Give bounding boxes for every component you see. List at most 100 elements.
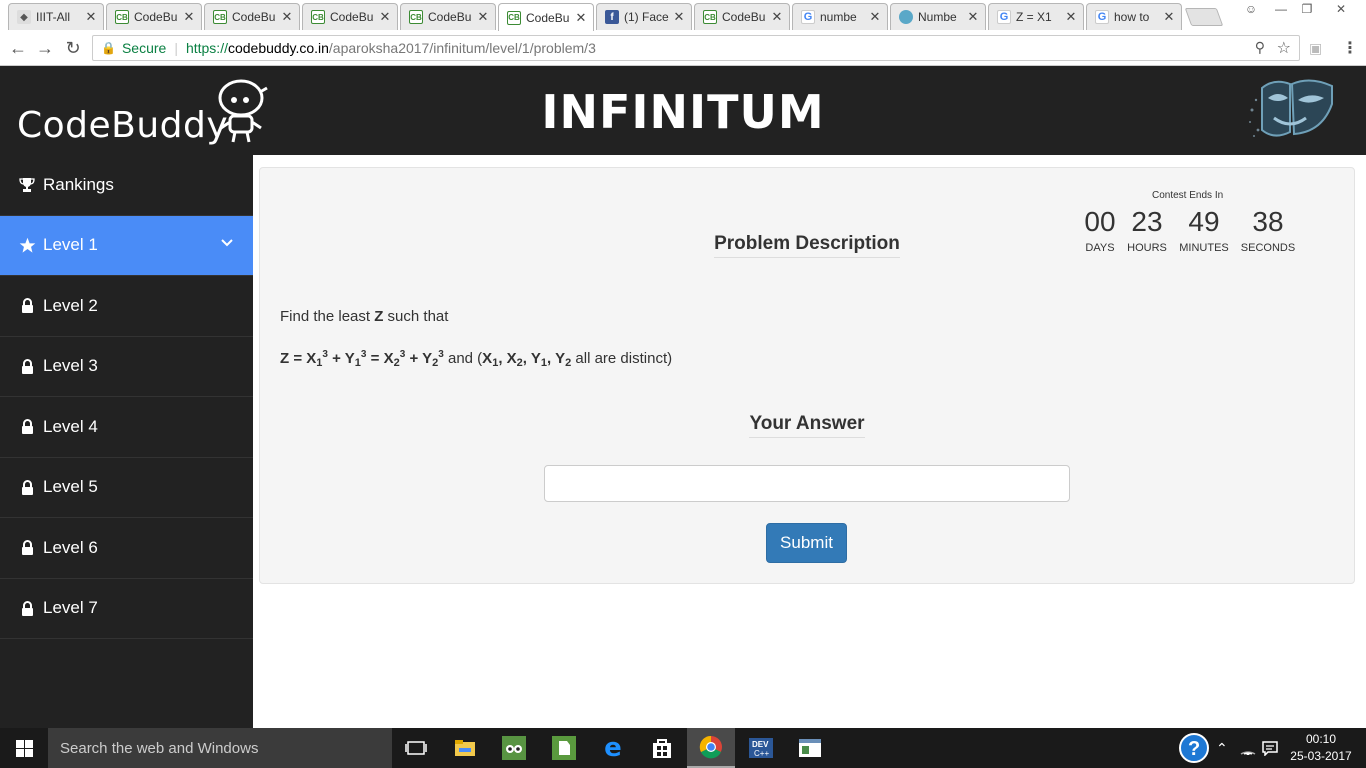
profile-icon[interactable]: ☺ (1240, 0, 1262, 18)
close-tab-icon[interactable]: ✕ (1065, 9, 1077, 25)
dev-cpp-icon[interactable]: DEV C++ (737, 728, 785, 768)
taskbar: Search the web and Windows e DEV C++ ? ⌃ … (0, 728, 1366, 768)
browser-tab[interactable]: Gnumbe ✕ (792, 3, 888, 30)
chrome-icon[interactable] (687, 728, 735, 768)
submit-button[interactable]: Submit (766, 523, 847, 563)
window-app-icon[interactable] (786, 728, 834, 768)
iiit-icon: ◆ (17, 10, 31, 24)
browser-tab-title: CodeBu (722, 10, 766, 24)
browser-tab-title: CodeBu (428, 10, 472, 24)
svg-text:?: ? (1188, 738, 1200, 760)
clock-date: 25-03-2017 (1290, 749, 1352, 763)
close-tab-icon[interactable]: ✕ (673, 9, 685, 25)
svg-text:C++: C++ (754, 749, 769, 758)
answer-input[interactable] (544, 465, 1070, 502)
browser-tab[interactable]: CB CodeBu ✕ (694, 3, 790, 30)
browser-tab[interactable]: CB CodeBu ✕ (106, 3, 202, 30)
browser-tab[interactable]: CB CodeBu ✕ (204, 3, 300, 30)
close-tab-icon[interactable]: ✕ (477, 9, 489, 25)
codebuddy-icon: CB (213, 10, 227, 24)
lock-icon (18, 419, 36, 435)
close-tab-icon[interactable]: ✕ (85, 9, 97, 25)
bookmark-star-icon[interactable]: ☆ (1277, 38, 1291, 58)
sidebar-item-level-7[interactable]: Level 7 (0, 579, 253, 639)
windows-start-icon[interactable] (0, 728, 48, 768)
new-tab-button[interactable] (1184, 8, 1224, 26)
task-view-icon[interactable] (392, 728, 440, 768)
close-tab-icon[interactable]: ✕ (183, 9, 195, 25)
browser-tab[interactable]: f (1) Face ✕ (596, 3, 692, 30)
sidebar-item-level-6[interactable]: Level 6 (0, 518, 253, 579)
browser-tab-title: how to (1114, 10, 1150, 24)
tripadvisor-icon[interactable] (490, 728, 538, 768)
camera-extension-icon[interactable]: ▣ (1309, 40, 1322, 57)
codebuddy-icon: CB (703, 10, 717, 24)
browser-tab[interactable]: ◆ IIIT-All ✕ (8, 3, 104, 30)
sidebar-item-level-4[interactable]: Level 4 (0, 397, 253, 458)
store-icon[interactable] (638, 728, 686, 768)
sidebar-item-rankings[interactable]: Rankings (0, 155, 253, 216)
reload-icon[interactable]: ↻ (63, 38, 83, 58)
browser-tab-title: (1) Face (624, 10, 669, 24)
url-path: /aparoksha2017/infinitum/level/1/problem… (328, 40, 596, 56)
browser-tab[interactable]: Ghow to ✕ (1086, 3, 1182, 30)
close-tab-icon[interactable]: ✕ (575, 10, 587, 26)
close-tab-icon[interactable]: ✕ (967, 9, 979, 25)
star-icon (18, 237, 36, 254)
close-tab-icon[interactable]: ✕ (869, 9, 881, 25)
problem-statement: Find the least Z such that (280, 308, 448, 325)
browser-tab-title: CodeBu (526, 10, 570, 25)
lock-icon (18, 479, 36, 495)
edge-browser-icon[interactable]: e (589, 728, 637, 768)
sidebar-item-label: Level 5 (43, 477, 98, 497)
browser-tab[interactable]: G Z = X1 ✕ (988, 3, 1084, 30)
site-header: CodeBuddy INFINITUM (0, 66, 1366, 155)
forward-icon[interactable]: → (35, 38, 55, 58)
zoom-icon[interactable]: ⚲ (1255, 39, 1265, 56)
file-explorer-icon[interactable] (441, 728, 489, 768)
problem-variable: Z (374, 308, 384, 325)
close-tab-icon[interactable]: ✕ (379, 9, 391, 25)
sidebar-item-level-5[interactable]: Level 5 (0, 458, 253, 518)
sidebar-item-label: Level 4 (43, 416, 98, 436)
chevron-down-icon[interactable] (221, 236, 233, 250)
close-window-icon[interactable]: ✕ (1330, 0, 1352, 18)
notifications-icon[interactable] (1262, 728, 1278, 768)
sidebar-item-level-1[interactable]: Level 1 (0, 215, 253, 276)
aparoksha-logo-icon (1249, 79, 1333, 137)
eq-comma: , (547, 350, 556, 367)
sidebar: Rankings Level 1 Level 2 Level 3 Level 4 Leve… (0, 155, 253, 728)
google-icon: G (997, 10, 1011, 24)
eq-y: Y (530, 350, 541, 367)
back-icon[interactable]: ← (8, 38, 28, 58)
browser-tab[interactable]: CB CodeBu ✕ (498, 3, 594, 31)
url-host: codebuddy.co.in (227, 40, 329, 56)
taskbar-search-input[interactable]: Search the web and Windows (48, 728, 392, 768)
minimize-icon[interactable]: — (1270, 0, 1292, 18)
lock-icon (18, 298, 36, 314)
browser-tab[interactable]: CB CodeBu ✕ (302, 3, 398, 30)
browser-tab-title: numbe (820, 10, 857, 24)
codebuddy-icon: CB (115, 10, 129, 24)
help-icon[interactable]: ? (1178, 728, 1210, 768)
codebuddy-icon: CB (409, 10, 423, 24)
close-tab-icon[interactable]: ✕ (771, 9, 783, 25)
address-bar[interactable]: 🔒 Secure | https://codebuddy.co.in/aparo… (92, 35, 1300, 61)
google-icon: G (1095, 10, 1109, 24)
browser-tab[interactable]: Numbe ✕ (890, 3, 986, 30)
evernote-icon[interactable] (540, 728, 588, 768)
restore-icon[interactable]: ❐ (1296, 0, 1318, 18)
sidebar-item-level-3[interactable]: Level 3 (0, 337, 253, 397)
browser-menu-icon[interactable]: ⋮ (1342, 38, 1358, 58)
tray-chevron-up-icon[interactable]: ⌃ (1216, 728, 1228, 768)
secure-label: Secure (121, 40, 167, 56)
taskbar-clock[interactable]: 00:10 25-03-2017 (1286, 731, 1356, 765)
close-tab-icon[interactable]: ✕ (281, 9, 293, 25)
sidebar-item-label: Rankings (43, 174, 114, 194)
problem-heading-text: Problem Description (714, 233, 900, 258)
wifi-icon[interactable] (1240, 728, 1256, 768)
browser-tab[interactable]: CB CodeBu ✕ (400, 3, 496, 30)
eq-and: and ( (443, 350, 483, 367)
sidebar-item-level-2[interactable]: Level 2 (0, 276, 253, 337)
close-tab-icon[interactable]: ✕ (1163, 9, 1175, 25)
